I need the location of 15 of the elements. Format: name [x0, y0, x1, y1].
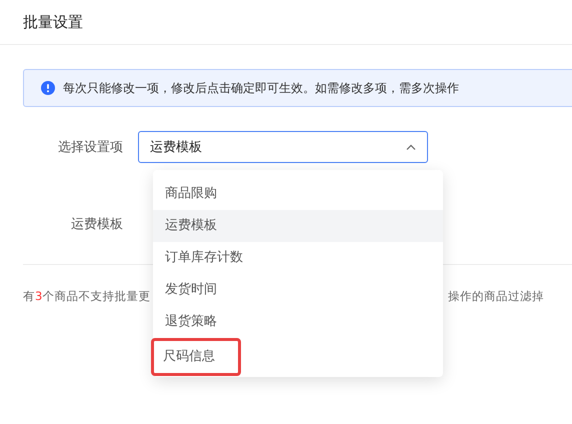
select-field[interactable]: 运费模板: [138, 131, 428, 163]
notice-text: 操作的商品过滤掉: [448, 289, 544, 304]
dropdown-option[interactable]: 尺码信息: [151, 338, 241, 376]
info-icon: [41, 81, 55, 95]
dropdown-option[interactable]: 订单库存计数: [153, 242, 443, 274]
alert-text: 每次只能修改一项，修改后点击确定即可生效。如需修改多项，需多次操作: [63, 80, 459, 96]
dropdown-option[interactable]: 商品限购: [153, 178, 443, 210]
chevron-icon: [406, 144, 416, 150]
dropdown-option[interactable]: 退货策略: [153, 306, 443, 338]
form-label: 选择设置项: [57, 139, 124, 156]
notice-text: 有3个商品不支持批量更: [23, 289, 150, 304]
form-label: 运费模板: [70, 216, 124, 233]
dropdown-option[interactable]: 运费模板: [153, 210, 443, 242]
dialog-title: 批量设置: [23, 12, 83, 32]
dropdown-option[interactable]: 发货时间: [153, 274, 443, 306]
